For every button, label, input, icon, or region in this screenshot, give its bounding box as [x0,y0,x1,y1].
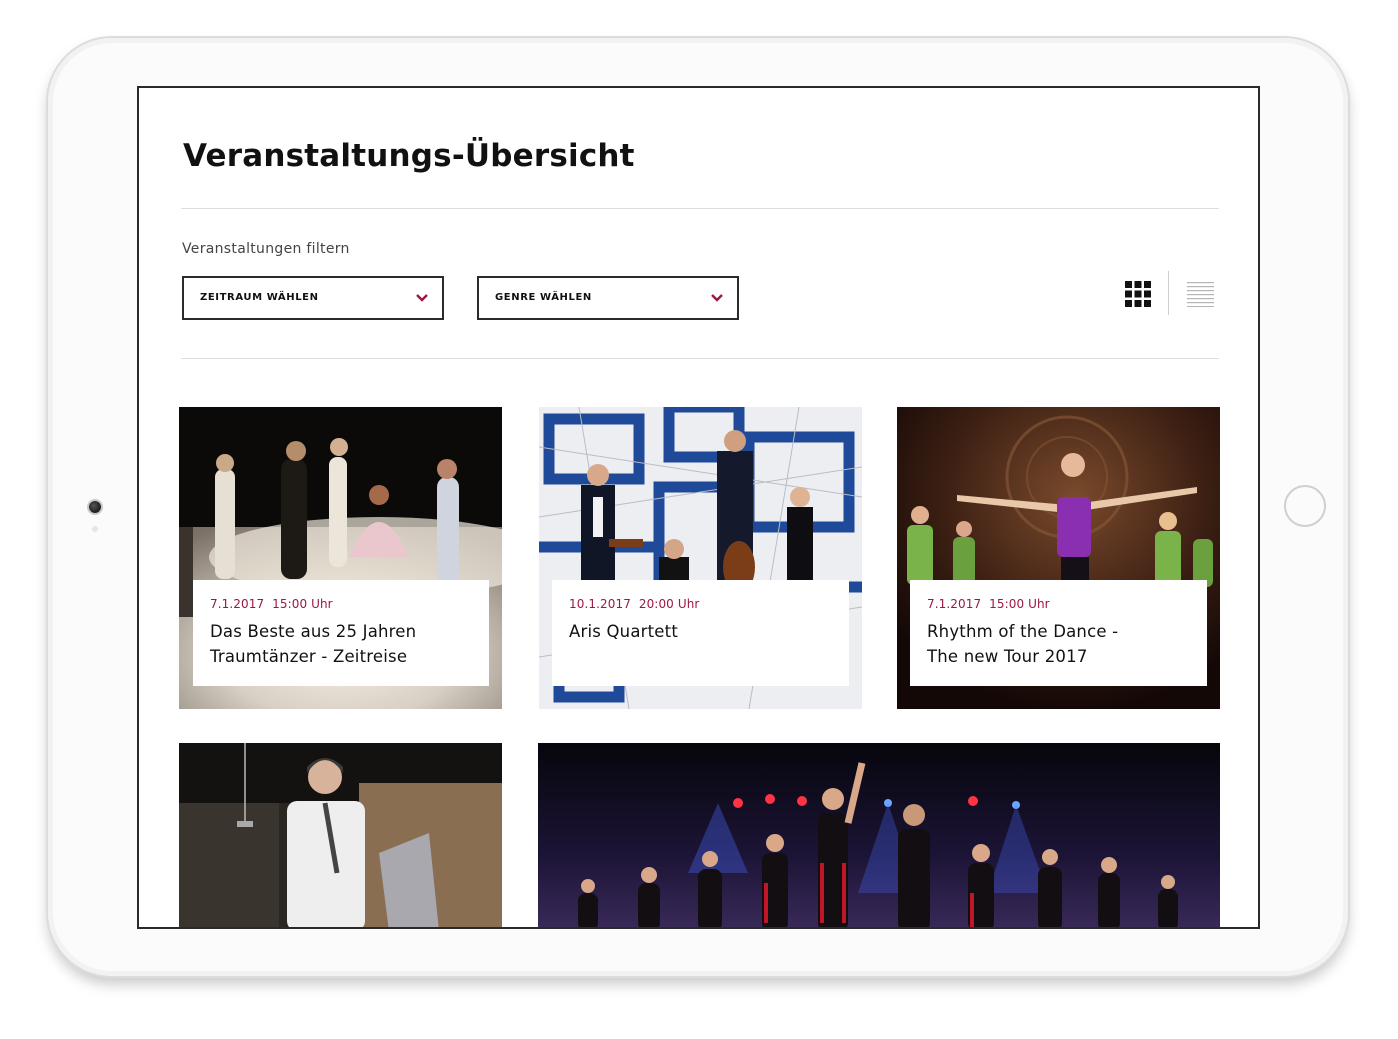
chevron-down-icon [711,294,723,302]
genre-dropdown[interactable]: GENRE WÄHLEN [477,276,739,320]
filter-label: Veranstaltungen filtern [182,241,350,257]
camera-icon [89,501,101,513]
event-photo-theatre-actress [179,743,502,927]
view-toggle-separator [1168,271,1169,315]
period-dropdown[interactable]: ZEITRAUM WÄHLEN [182,276,444,320]
event-date: 7.1.2017 15:00 Uhr [927,597,1050,611]
event-info-box: 7.1.2017 15:00 Uhr Das Beste aus 25 Jahr… [193,580,489,686]
page-title: Veranstaltungs-Übersicht [183,138,635,174]
event-title: Das Beste aus 25 Jahren Traumtänzer - Zei… [210,622,417,666]
screen: Veranstaltungs-Übersicht Veranstaltungen… [137,86,1260,929]
period-dropdown-label: ZEITRAUM WÄHLEN [200,292,319,303]
header-divider [181,208,1219,209]
list-view-icon[interactable] [1187,281,1214,307]
event-card[interactable] [538,743,1220,927]
chevron-down-icon [416,294,428,302]
event-card[interactable]: 7.1.2017 15:00 Uhr Rhythm of the Dance -… [897,407,1220,709]
event-info-box: 10.1.2017 20:00 Uhr Aris Quartett [552,580,849,686]
event-title: Aris Quartett [569,622,678,641]
genre-dropdown-label: GENRE WÄHLEN [495,292,592,303]
event-date: 7.1.2017 15:00 Uhr [210,597,333,611]
event-card[interactable] [179,743,502,927]
home-button[interactable] [1284,485,1326,527]
event-date: 10.1.2017 20:00 Uhr [569,597,700,611]
event-info-box: 7.1.2017 15:00 Uhr Rhythm of the Dance -… [910,580,1207,686]
event-card[interactable]: 10.1.2017 20:00 Uhr Aris Quartett [539,407,862,709]
sensor-dot [92,526,98,532]
filter-divider [181,358,1219,359]
event-card[interactable]: 7.1.2017 15:00 Uhr Das Beste aus 25 Jahr… [179,407,502,709]
grid-view-icon[interactable] [1125,281,1151,307]
event-title: Rhythm of the Dance - The new Tour 2017 [927,622,1119,666]
event-photo-dance-troupe [538,743,1220,927]
